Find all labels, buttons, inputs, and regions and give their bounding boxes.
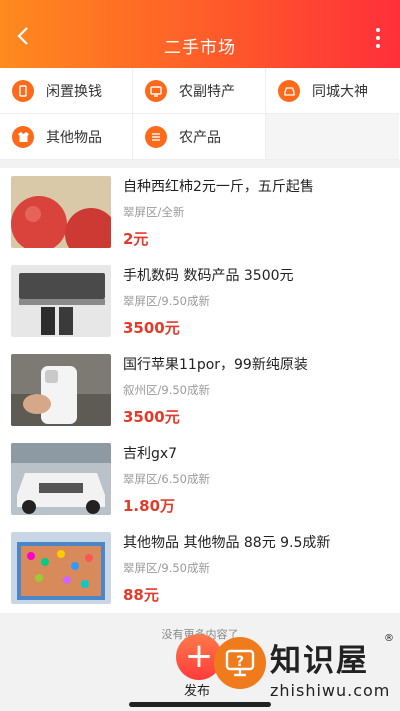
more-options-icon[interactable] (374, 26, 382, 50)
question-monitor-icon: ? (214, 637, 266, 689)
item-title: 手机数码 数码产品 3500元 (123, 268, 294, 284)
item-price: 2元 (123, 230, 149, 248)
item-location: 翠屏区/6.50成新 (123, 472, 210, 486)
product-thumbnail (11, 532, 111, 604)
item-location: 翠屏区/9.50成新 (123, 561, 210, 575)
item-title: 其他物品 其他物品 88元 9.5成新 (123, 535, 331, 551)
svg-text:?: ? (236, 654, 244, 670)
plus-icon: + (184, 636, 214, 676)
publish-label[interactable]: 发布 (184, 680, 210, 699)
category-label: 农副特产 (179, 83, 235, 100)
category-label: 其他物品 (46, 129, 102, 146)
category-grid: 闲置换钱 农副特产 同城大神 其他物品 农产品 (0, 68, 400, 160)
category-label: 闲置换钱 (46, 83, 102, 100)
item-price: 1.80万 (123, 497, 176, 515)
item-price: 3500元 (123, 319, 180, 337)
item-title: 吉利gx7 (123, 446, 178, 462)
tv-icon (145, 79, 167, 102)
watermark: ? 知识屋 ® zhishiwu.com (214, 633, 400, 711)
category-label: 同城大神 (312, 83, 368, 100)
page-title: 二手市场 (164, 38, 236, 58)
list-icon (145, 125, 167, 148)
item-price: 3500元 (123, 408, 180, 426)
home-indicator (129, 702, 271, 707)
product-thumbnail (11, 265, 111, 337)
category-item[interactable]: 其他物品 (0, 114, 133, 160)
category-item[interactable]: 闲置换钱 (0, 68, 133, 114)
item-title: 国行苹果11por，99新纯原装 (123, 357, 308, 373)
list-item[interactable]: 国行苹果11por，99新纯原装 叙州区/9.50成新 3500元 (0, 346, 400, 435)
watermark-site: zhishiwu.com (270, 681, 391, 700)
shirt-icon (12, 125, 34, 148)
watermark-registered: ® (384, 633, 394, 644)
product-thumbnail (11, 176, 111, 248)
car-icon (278, 79, 300, 102)
product-thumbnail (11, 443, 111, 515)
phone-icon (12, 79, 34, 102)
category-label: 农产品 (179, 129, 221, 146)
list-item[interactable]: 吉利gx7 翠屏区/6.50成新 1.80万 (0, 435, 400, 524)
category-item[interactable]: 农产品 (133, 114, 266, 160)
listing: 自种西红柿2元一斤，五斤起售 翠屏区/全新 2元 手机数码 数码产品 3500元… (0, 168, 400, 613)
watermark-brand: 知识屋 (270, 643, 369, 679)
item-price: 88元 (123, 586, 159, 604)
list-item[interactable]: 手机数码 数码产品 3500元 翠屏区/9.50成新 3500元 (0, 257, 400, 346)
list-item[interactable]: 自种西红柿2元一斤，五斤起售 翠屏区/全新 2元 (0, 168, 400, 257)
item-location: 翠屏区/全新 (123, 205, 185, 219)
item-location: 翠屏区/9.50成新 (123, 294, 210, 308)
product-thumbnail (11, 354, 111, 426)
category-item[interactable]: 同城大神 (266, 68, 399, 114)
app-header: 二手市场 (0, 0, 400, 68)
category-item[interactable]: 农副特产 (133, 68, 266, 114)
category-empty-cell (266, 114, 399, 160)
item-title: 自种西红柿2元一斤，五斤起售 (123, 179, 314, 195)
item-location: 叙州区/9.50成新 (123, 383, 210, 397)
list-item[interactable]: 其他物品 其他物品 88元 9.5成新 翠屏区/9.50成新 88元 (0, 524, 400, 613)
